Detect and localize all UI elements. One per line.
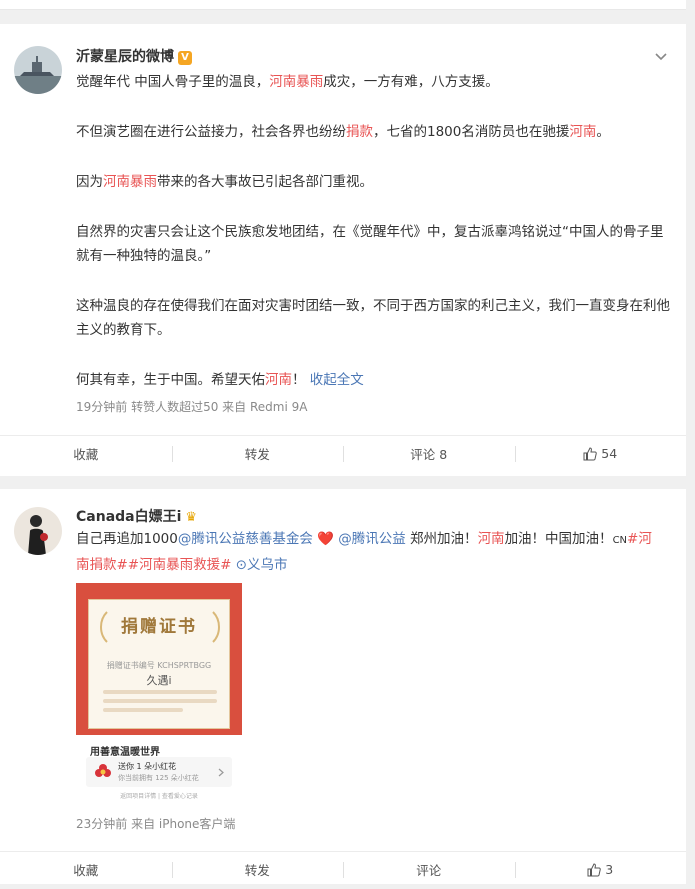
collect-button[interactable]: 收藏 — [0, 436, 172, 471]
post-paragraph: 何其有幸，生于中国。希望天佑河南！ 收起全文 — [76, 368, 676, 392]
ship-photo-avatar-icon — [14, 46, 62, 94]
text-segment: 。 — [596, 124, 610, 140]
certificate-recipient: 久遇i — [146, 674, 172, 687]
link-text[interactable]: @腾讯公益 — [338, 531, 406, 547]
certificate-body-text — [103, 690, 217, 717]
avatar[interactable] — [14, 507, 62, 555]
certificate-number: 捐赠证书编号 KCHSPRTBGG — [106, 661, 212, 670]
topic-link[interactable]: ❤️ — [313, 531, 338, 547]
collect-button[interactable]: 收藏 — [0, 852, 172, 887]
red-flower-row: 送你 1 朵小红花 你当前拥有 125 朵小红花 — [86, 757, 232, 787]
donation-certificate-image[interactable]: 捐赠证书 捐赠证书编号 KCHSPRTBGG 久遇i 用善意温暖世界 送你 1 … — [76, 583, 242, 804]
text-segment: ！ — [292, 372, 310, 388]
author-name-text: 沂蒙星辰的微博 — [76, 49, 174, 65]
weibo-post-1: 沂蒙星辰的微博 V 觉醒年代 中国人骨子里的温良，河南暴雨成灾，一方有难，八方支援… — [0, 24, 686, 476]
flower-row-sub: 你当前拥有 125 朵小红花 — [118, 774, 199, 782]
post-text: 觉醒年代 中国人骨子里的温良，河南暴雨成灾，一方有难，八方支援。 不但演艺圈在进行… — [76, 70, 676, 418]
topic-link[interactable]: 河南 — [478, 531, 505, 547]
text-segment: 成灾，一方有难，八方支援。 — [323, 74, 499, 90]
collect-label: 收藏 — [73, 863, 99, 878]
comment-label: 评论 — [416, 863, 442, 878]
link-text[interactable]: ⊙义乌市 — [231, 557, 288, 573]
verified-badge-icon: V — [178, 51, 192, 65]
text-segment: 加油！中国加油！ — [504, 531, 613, 547]
certificate-footer: 用善意温暖世界 送你 1 朵小红花 你当前拥有 125 朵小红花 返回项目详情 … — [76, 735, 242, 804]
top-divider — [0, 0, 686, 10]
post-paragraph: 这种温良的存在使得我们在面对灾害时团结一致，不同于西方国家的利己主义，我们一直变… — [76, 294, 676, 342]
flower-row-title: 送你 1 朵小红花 — [118, 762, 177, 771]
person-photo-avatar-icon — [14, 507, 62, 555]
author-name-text: Canada白嫖王i — [76, 509, 182, 525]
text-segment: 自然界的灾害只会让这个民族愈发地团结，在《觉醒年代》中，复古派辜鸿铭说过“中国人… — [76, 224, 664, 264]
topic-link[interactable]: 捐款 — [346, 124, 373, 140]
topic-link[interactable]: 河南 — [569, 124, 596, 140]
text-segment: 因为 — [76, 174, 103, 190]
text-segment: 何其有幸，生于中国。希望天佑 — [76, 372, 265, 388]
chevron-down-icon[interactable] — [654, 50, 668, 64]
topic-link[interactable]: 河南暴雨 — [269, 74, 323, 90]
thumbs-up-icon — [583, 446, 598, 460]
repost-label: 转发 — [244, 447, 270, 462]
post-text: 自己再追加1000@腾讯公益慈善基金会 ❤️ @腾讯公益 郑州加油！河南加油！中… — [76, 527, 656, 577]
comment-label: 评论 8 — [410, 447, 448, 462]
post-paragraph: 不但演艺圈在进行公益接力，社会各界也纷纷捐款，七省的1800名消防员也在驰援河南… — [76, 120, 676, 144]
text-segment: 觉醒年代 中国人骨子里的温良， — [76, 74, 270, 90]
crown-emoji-icon: ♛ — [185, 510, 198, 525]
text-segment: ，七省的1800名消防员也在驰援 — [373, 124, 570, 140]
like-count: 3 — [605, 862, 614, 877]
footer-title: 用善意温暖世界 — [90, 747, 160, 758]
action-bar: 收藏 转发 评论 8 54 — [0, 435, 686, 471]
post-meta: 23分钟前 来自 iPhone客户端 — [76, 817, 236, 831]
text-segment: 不但演艺圈在进行公益接力，社会各界也纷纷 — [76, 124, 346, 140]
link-text[interactable]: 收起全文 — [310, 372, 364, 388]
post-meta: 19分钟前 转赞人数超过50 来自 Redmi 9A — [76, 400, 308, 414]
text-segment: 自己再追加1000 — [76, 531, 178, 547]
comment-button[interactable]: 评论 8 — [343, 436, 515, 471]
certificate-links: 返回项目详情 | 查看爱心记录 — [120, 793, 198, 800]
text-segment: 郑州加油！ — [405, 531, 478, 547]
repost-button[interactable]: 转发 — [171, 852, 344, 887]
certificate-title: 捐赠证书 — [121, 617, 197, 637]
comment-button[interactable]: 评论 — [343, 852, 515, 887]
topic-link[interactable]: 河南 — [265, 372, 292, 388]
repost-button[interactable]: 转发 — [171, 436, 344, 471]
weibo-post-2: Canada白嫖王i ♛ 自己再追加1000@腾讯公益慈善基金会 ❤️ @腾讯公益… — [0, 489, 686, 884]
collect-label: 收藏 — [73, 447, 99, 462]
text-segment: CN — [612, 535, 628, 546]
chevron-right-icon — [218, 768, 224, 777]
post-paragraph: 自然界的灾害只会让这个民族愈发地团结，在《觉醒年代》中，复古派辜鸿铭说过“中国人… — [76, 220, 676, 268]
author-name[interactable]: 沂蒙星辰的微博 V — [76, 46, 192, 66]
post-paragraph: 觉醒年代 中国人骨子里的温良，河南暴雨成灾，一方有难，八方支援。 — [76, 70, 676, 94]
author-name[interactable]: Canada白嫖王i ♛ — [76, 506, 197, 526]
like-button[interactable]: 54 — [514, 436, 687, 471]
link-text[interactable]: @腾讯公益慈善基金会 — [178, 531, 313, 547]
repost-label: 转发 — [244, 863, 270, 878]
action-bar: 收藏 转发 评论 3 — [0, 851, 686, 887]
text-segment: 带来的各大事故已引起各部门重视。 — [157, 174, 373, 190]
red-flower-icon — [95, 764, 111, 777]
avatar[interactable] — [14, 46, 62, 94]
topic-link[interactable]: 河南暴雨 — [103, 174, 157, 190]
like-button[interactable]: 3 — [514, 852, 687, 887]
like-count: 54 — [601, 446, 618, 461]
certificate-panel: 捐赠证书 捐赠证书编号 KCHSPRTBGG 久遇i — [88, 599, 230, 729]
post-paragraph: 因为河南暴雨带来的各大事故已引起各部门重视。 — [76, 170, 676, 194]
thumbs-up-icon — [587, 862, 602, 876]
text-segment: 这种温良的存在使得我们在面对灾害时团结一致，不同于西方国家的利己主义，我们一直变… — [76, 298, 670, 338]
